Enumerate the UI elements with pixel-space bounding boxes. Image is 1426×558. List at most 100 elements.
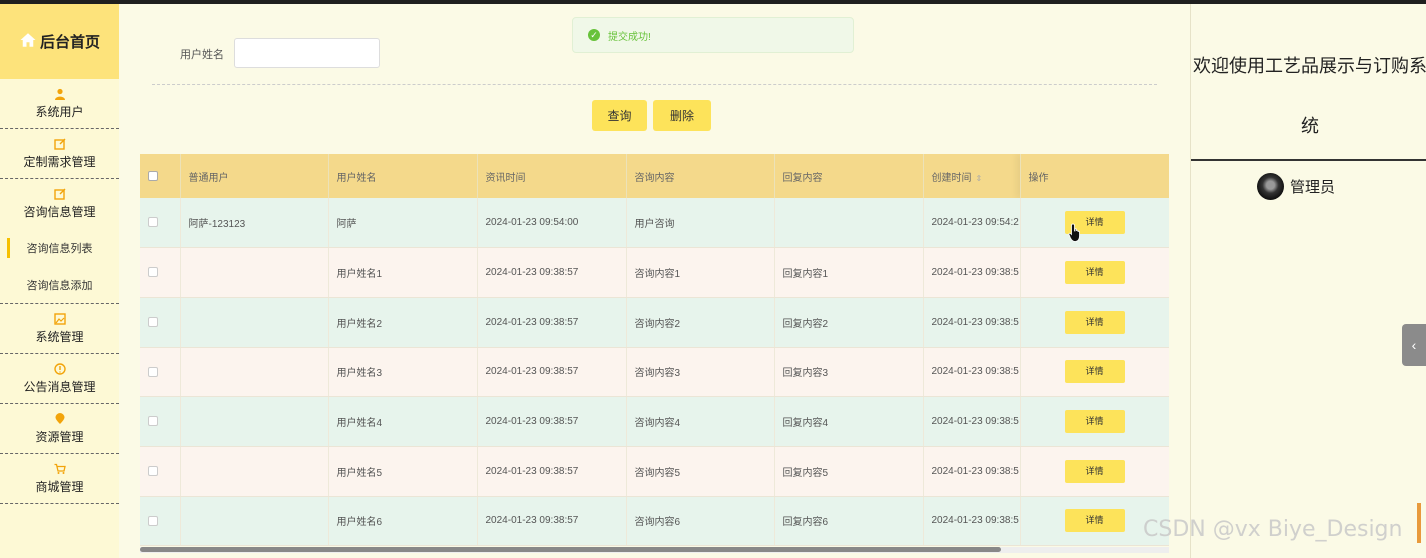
table-cell: 2024-01-23 09:38:57 (477, 247, 627, 298)
horizontal-scrollbar[interactable] (140, 547, 1169, 553)
sidebar-submenu: 咨询信息列表 咨询信息添加 (0, 229, 119, 304)
table-cell (774, 198, 924, 249)
table-row[interactable]: 用户姓名1 2024-01-23 09:38:57 咨询内容1 回复内容1 2024-0… (140, 247, 1169, 298)
table-cell: 咨询内容4 (626, 396, 775, 447)
sidebar-home[interactable]: 后台首页 (0, 4, 119, 79)
query-button[interactable]: 查询 (592, 100, 647, 131)
table-row[interactable]: 用户姓名6 2024-01-23 09:38:57 咨询内容6 回复内容6 2024-0… (140, 496, 1169, 546)
sidebar-item-label: 资源管理 (35, 429, 84, 444)
location-icon (54, 412, 66, 425)
table-cell: 用户姓名1 (328, 247, 478, 298)
table-cell: 回复内容4 (774, 396, 924, 447)
column-header-sortable[interactable]: 创建时间 ⇕ (923, 154, 1021, 198)
table-cell: 2024-01-23 09:54:2 (923, 198, 1021, 249)
sidebar-item-system-management[interactable]: 系统管理 (0, 304, 119, 354)
user-icon (54, 88, 66, 100)
table-row[interactable]: 阿萨-123123 阿萨 2024-01-23 09:54:00 用户咨询 2024-0… (140, 198, 1169, 249)
welcome-line: 统 (1301, 116, 1319, 136)
row-checkbox-cell[interactable] (140, 198, 181, 249)
table-cell (180, 347, 329, 398)
row-checkbox-cell[interactable] (140, 347, 181, 398)
avatar[interactable] (1257, 173, 1284, 200)
row-checkbox-cell[interactable] (140, 446, 181, 497)
data-table: 普通用户 用户姓名 资讯时间 咨询内容 回复内容 创建时间 ⇕ 操作 阿萨-123… (140, 154, 1169, 546)
row-checkbox-cell[interactable] (140, 396, 181, 447)
table-cell: 2024-01-23 09:38:57 (477, 446, 627, 497)
detail-button[interactable]: 详情 (1064, 261, 1125, 285)
sidebar-item-announcements[interactable]: 公告消息管理 (0, 354, 119, 404)
sidebar-subitem-consult-add[interactable]: 咨询信息添加 (0, 266, 119, 303)
sidebar-item-label: 公告消息管理 (23, 379, 96, 394)
table-cell-actions: 详情 (1020, 446, 1169, 497)
detail-button[interactable]: 详情 (1064, 360, 1125, 384)
table-cell (180, 496, 329, 546)
check-circle-icon: ✓ (588, 29, 600, 41)
detail-button[interactable]: 详情 (1064, 509, 1125, 533)
table-row[interactable]: 用户姓名4 2024-01-23 09:38:57 咨询内容4 回复内容4 2024-0… (140, 396, 1169, 447)
checkbox[interactable] (148, 170, 158, 181)
table-cell: 回复内容2 (774, 297, 924, 348)
row-checkbox[interactable] (148, 317, 158, 328)
detail-button[interactable]: 详情 (1064, 410, 1125, 434)
row-checkbox-cell[interactable] (140, 297, 181, 348)
table-cell (180, 297, 329, 348)
delete-button[interactable]: 删除 (653, 100, 711, 131)
table-cell: 咨询内容6 (626, 496, 775, 546)
welcome-line: 欢迎使用工艺品展示与订购系 (1193, 56, 1426, 76)
table-row[interactable]: 用户姓名5 2024-01-23 09:38:57 咨询内容5 回复内容5 2024-0… (140, 446, 1169, 497)
vertical-scrollbar[interactable] (1417, 503, 1421, 543)
table-row[interactable]: 用户姓名2 2024-01-23 09:38:57 咨询内容2 回复内容2 2024-0… (140, 297, 1169, 348)
table-cell: 回复内容5 (774, 446, 924, 497)
table-cell: 阿萨-123123 (180, 198, 329, 249)
scrollbar-thumb[interactable] (140, 547, 1001, 552)
toast-message: 提交成功! (608, 31, 651, 43)
sidebar-item-custom-requests[interactable]: 定制需求管理 (0, 129, 119, 179)
sort-icon[interactable]: ⇕ (976, 174, 983, 183)
hand-cursor-icon (1068, 223, 1080, 242)
row-checkbox[interactable] (148, 366, 158, 377)
search-label: 用户姓名 (180, 49, 224, 61)
collapse-panel-button[interactable]: ‹ (1402, 324, 1426, 366)
home-icon (19, 31, 37, 53)
row-checkbox-cell[interactable] (140, 247, 181, 298)
column-header: 回复内容 (774, 154, 924, 198)
row-checkbox[interactable] (148, 416, 158, 427)
table-cell: 2024-01-23 09:38:5 (923, 347, 1021, 398)
table-cell-actions: 详情 (1020, 247, 1169, 298)
watermark: CSDN @vx Biye_Design (1143, 517, 1403, 542)
table-cell: 2024-01-23 09:38:5 (923, 496, 1021, 546)
sidebar-item-label: 商城管理 (35, 479, 84, 494)
row-checkbox[interactable] (148, 217, 158, 228)
select-all-checkbox[interactable] (140, 154, 181, 198)
row-checkbox[interactable] (148, 466, 158, 477)
table-cell: 2024-01-23 09:38:5 (923, 297, 1021, 348)
sidebar-item-mall[interactable]: 商城管理 (0, 454, 119, 504)
sidebar-item-consult-management[interactable]: 咨询信息管理 (0, 179, 119, 229)
search-input[interactable] (234, 38, 380, 68)
row-checkbox[interactable] (148, 267, 158, 278)
detail-button[interactable]: 详情 (1064, 310, 1125, 334)
sidebar-item-resources[interactable]: 资源管理 (0, 404, 119, 454)
table-cell (180, 396, 329, 447)
table-cell: 用户姓名5 (328, 446, 478, 497)
user-name: 管理员 (1290, 179, 1336, 196)
table-cell: 2024-01-23 09:54:00 (477, 198, 627, 249)
user-info[interactable]: 管理员 (1257, 173, 1335, 200)
divider (152, 84, 1157, 85)
detail-button[interactable]: 详情 (1064, 459, 1125, 483)
sidebar: 后台首页 系统用户 定制需求管理 咨询信息管理 咨询信息列表 咨询信息添加 系统… (0, 4, 119, 558)
sidebar-item-system-users[interactable]: 系统用户 (0, 79, 119, 129)
row-checkbox[interactable] (148, 515, 158, 526)
table-row[interactable]: 用户姓名3 2024-01-23 09:38:57 咨询内容3 回复内容3 2024-0… (140, 347, 1169, 398)
success-toast: ✓ 提交成功! (572, 17, 854, 53)
table-cell-actions: 详情 (1020, 347, 1169, 398)
table-cell (180, 446, 329, 497)
sidebar-subitem-label: 咨询信息列表 (26, 242, 93, 255)
sidebar-subitem-label: 咨询信息添加 (26, 279, 93, 292)
row-checkbox-cell[interactable] (140, 496, 181, 546)
sidebar-subitem-consult-list[interactable]: 咨询信息列表 (0, 229, 119, 266)
edit-icon (53, 138, 66, 150)
table-cell: 2024-01-23 09:38:5 (923, 446, 1021, 497)
edit-icon (53, 188, 66, 200)
table-cell: 用户姓名6 (328, 496, 478, 546)
